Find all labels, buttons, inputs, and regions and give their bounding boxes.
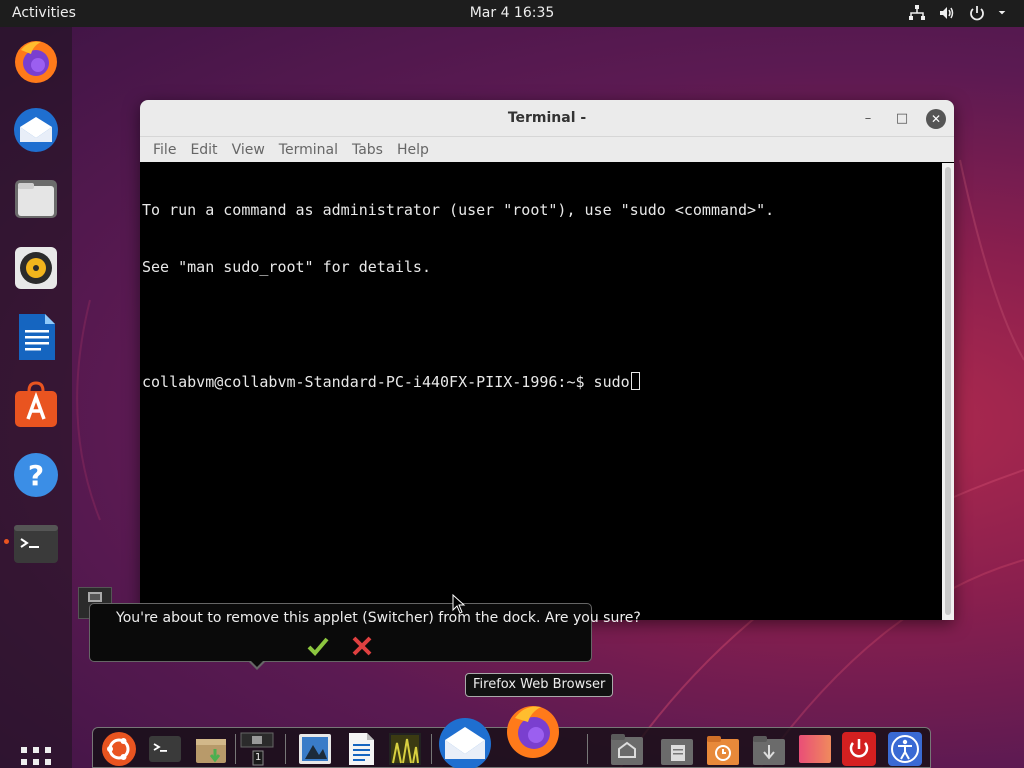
top-bar: Activities Mar 4 16:35 <box>0 0 1024 27</box>
maximize-button[interactable]: □ <box>891 108 913 130</box>
menu-help[interactable]: Help <box>390 142 436 158</box>
color-icon[interactable] <box>797 731 833 767</box>
confirm-message: You're about to remove this applet (Swit… <box>116 610 641 626</box>
menu-tabs[interactable]: Tabs <box>345 142 390 158</box>
workspace-number: 1 <box>255 752 262 763</box>
svg-text:?: ? <box>28 459 44 492</box>
menu-edit[interactable]: Edit <box>183 142 224 158</box>
thunderbird-icon[interactable] <box>435 712 495 768</box>
shutdown-icon[interactable] <box>841 731 877 767</box>
terminal-prompt-line: collabvm@collabvm-Standard-PC-i440FX-PII… <box>142 372 940 391</box>
home-folder-icon[interactable] <box>609 731 645 767</box>
mouse-pointer-icon <box>452 594 466 614</box>
dock-separator <box>285 734 286 764</box>
files-icon[interactable] <box>11 174 61 224</box>
system-tray[interactable] <box>908 4 1010 22</box>
clock-label[interactable]: Mar 4 16:35 <box>470 5 555 21</box>
dock-separator <box>235 734 236 764</box>
activities-button[interactable]: Activities <box>12 5 76 21</box>
power-icon[interactable] <box>968 4 986 22</box>
left-dock: ? <box>0 27 72 768</box>
close-button[interactable]: ✕ <box>926 109 946 129</box>
dock-separator <box>431 734 432 764</box>
bottom-dock: 1 <box>92 706 931 768</box>
firefox-icon[interactable] <box>11 36 61 86</box>
text-cursor <box>630 372 640 390</box>
chevron-down-icon[interactable] <box>998 4 1010 22</box>
menu-file[interactable]: File <box>146 142 183 158</box>
firefox-icon[interactable] <box>503 700 563 760</box>
terminal-titlebar[interactable]: Terminal - – □ ✕ <box>140 100 954 137</box>
workspace-switcher-icon[interactable]: 1 <box>239 731 275 767</box>
terminal-title-text: Terminal - <box>507 110 587 126</box>
volume-icon[interactable] <box>938 4 956 22</box>
scrollbar-thumb[interactable] <box>945 167 951 615</box>
terminal-icon[interactable] <box>11 519 61 569</box>
recent-folder-icon[interactable] <box>705 731 741 767</box>
clock: Mar 4 16:35 <box>0 5 1024 21</box>
photo-icon[interactable] <box>387 731 423 767</box>
terminal-prompt: collabvm@collabvm-Standard-PC-i440FX-PII… <box>142 373 630 391</box>
minimize-button[interactable]: – <box>857 108 879 130</box>
remove-applet-dialog: You're about to remove this applet (Swit… <box>89 603 641 670</box>
documents-folder-icon[interactable] <box>659 731 695 767</box>
writer-icon[interactable] <box>343 731 379 767</box>
dock-tooltip: Firefox Web Browser <box>465 673 614 697</box>
software-icon[interactable] <box>11 381 61 431</box>
help-icon[interactable]: ? <box>11 450 61 500</box>
dialog-pointer-fill <box>250 660 264 667</box>
terminal-window[interactable]: Terminal - – □ ✕ File Edit View Terminal… <box>140 100 954 620</box>
terminal-icon[interactable] <box>147 731 183 767</box>
dock-separator <box>587 734 588 764</box>
menu-terminal[interactable]: Terminal <box>272 142 345 158</box>
terminal-line: See "man sudo_root" for details. <box>142 258 431 276</box>
terminal-title: Terminal - <box>140 110 954 126</box>
downloads-folder-icon[interactable] <box>751 731 787 767</box>
terminal-line: To run a command as administrator (user … <box>142 201 775 219</box>
grid-icon[interactable] <box>19 745 53 768</box>
network-icon[interactable] <box>908 4 926 22</box>
terminal-menubar: File Edit View Terminal Tabs Help <box>140 137 954 162</box>
image-viewer-icon[interactable] <box>297 731 333 767</box>
thunderbird-icon[interactable] <box>11 105 61 155</box>
rhythmbox-icon[interactable] <box>11 243 61 293</box>
ubuntu-logo-icon[interactable] <box>101 731 137 767</box>
terminal-output[interactable]: To run a command as administrator (user … <box>142 163 940 620</box>
running-indicator <box>4 539 9 544</box>
writer-icon[interactable] <box>11 312 61 362</box>
scrollbar[interactable] <box>942 163 954 620</box>
menu-view[interactable]: View <box>225 142 272 158</box>
checkmark-icon[interactable] <box>306 634 330 658</box>
cross-icon[interactable] <box>350 634 374 658</box>
accessibility-icon[interactable] <box>887 731 923 767</box>
archive-manager-icon[interactable] <box>193 731 229 767</box>
